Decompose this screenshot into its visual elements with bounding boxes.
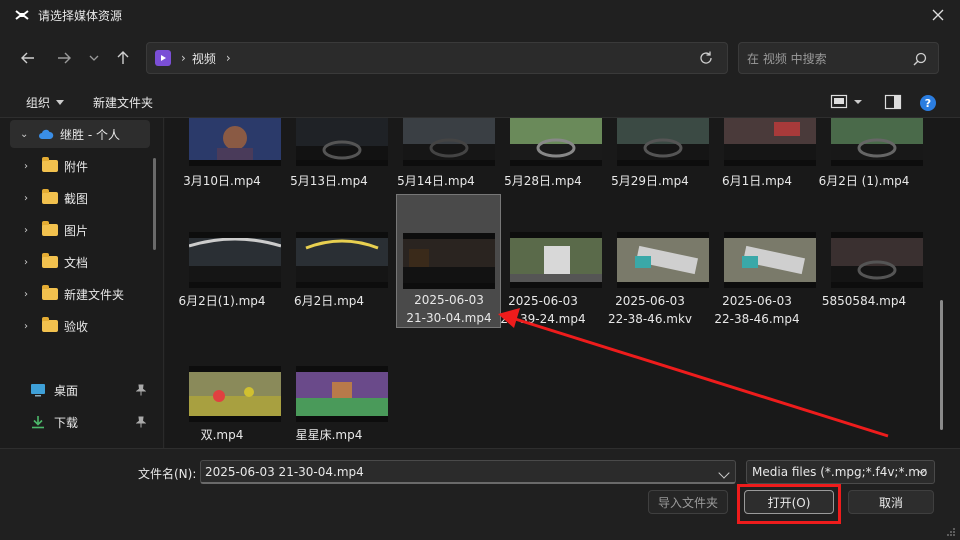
filename-label: 文件名(N): <box>138 467 197 481</box>
annotation-arrow-line <box>511 316 889 438</box>
file-type-select[interactable]: Media files (*.mpg;*.f4v;*.mo <box>746 460 935 484</box>
filename-input[interactable] <box>200 460 736 484</box>
cancel-button[interactable]: 取消 <box>848 490 934 514</box>
annotation-arrow-head <box>498 308 520 328</box>
import-folder-button[interactable]: 导入文件夹 <box>648 490 728 514</box>
annotation-highlight-box <box>737 484 841 524</box>
resize-grip-icon[interactable] <box>946 526 956 536</box>
